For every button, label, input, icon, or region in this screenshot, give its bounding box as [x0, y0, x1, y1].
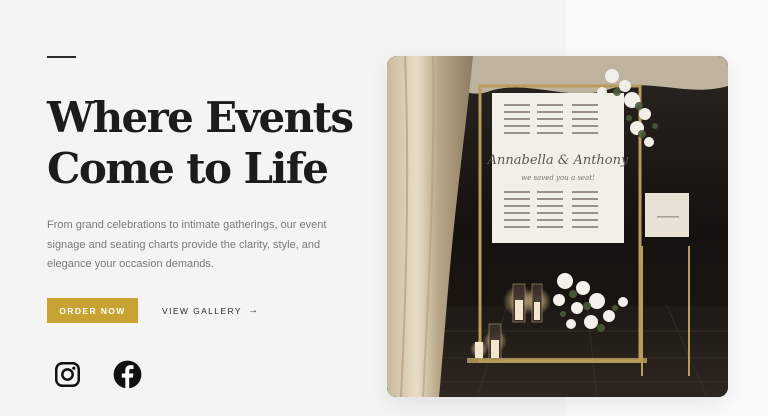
- sign-tagline: we saved you a seat!: [521, 174, 595, 182]
- facebook-icon: [113, 360, 142, 389]
- order-now-button[interactable]: ORDER NOW: [47, 298, 138, 323]
- page-title: Where Events Come to Life: [47, 92, 367, 194]
- event-photo: Annabella & Anthony we saved you a seat!: [387, 56, 728, 397]
- arrow-right-icon: →: [247, 305, 258, 316]
- title-line-1: Where Events: [47, 93, 354, 142]
- hero-description: From grand celebrations to intimate gath…: [47, 219, 327, 270]
- view-gallery-label: VIEW GALLERY: [162, 305, 242, 316]
- seating-chart-photo: Annabella & Anthony we saved you a seat!: [387, 56, 728, 397]
- instagram-icon: [55, 362, 80, 387]
- title-line-2: Come to Life: [47, 144, 329, 193]
- facebook-link[interactable]: [113, 360, 142, 389]
- view-gallery-link[interactable]: VIEW GALLERY →: [162, 298, 258, 323]
- sign-names: Annabella & Anthony: [487, 153, 629, 168]
- hero-section: Where Events Come to Life From grand cel…: [0, 0, 768, 416]
- accent-divider: [47, 56, 76, 58]
- instagram-link[interactable]: [53, 360, 82, 389]
